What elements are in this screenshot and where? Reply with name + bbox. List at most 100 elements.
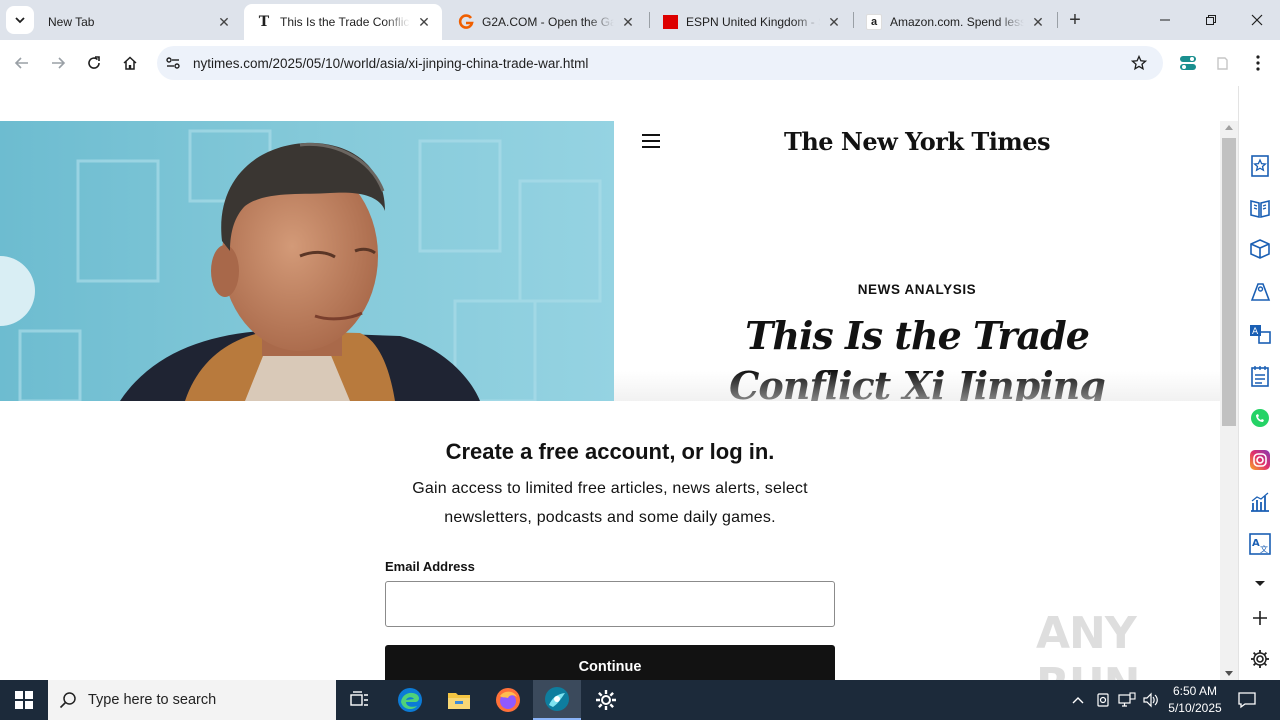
task-view-button[interactable] [336, 680, 384, 720]
close-icon[interactable]: ✕ [1030, 14, 1046, 30]
tab-title: This Is the Trade Conflict Xi Jinping [280, 15, 410, 29]
taskbar-clock[interactable]: 6:50 AM 5/10/2025 [1160, 683, 1230, 717]
arrow-left-icon [14, 57, 28, 69]
address-bar[interactable]: nytimes.com/2025/05/10/world/asia/xi-jin… [157, 46, 1163, 80]
taskbar-edge[interactable] [386, 680, 434, 720]
close-icon[interactable]: ✕ [216, 14, 232, 30]
collapse-down-icon[interactable] [1248, 572, 1272, 596]
settings-gear-icon[interactable] [1248, 647, 1272, 671]
settings-gear-icon [596, 690, 616, 710]
nyt-favicon-icon: T [258, 14, 270, 30]
browser-app-icon [545, 687, 569, 711]
svg-text:A: A [1252, 327, 1259, 337]
tab-new-tab[interactable]: New Tab ✕ [36, 4, 242, 40]
header-fade-overlay [614, 371, 1220, 401]
nyt-logo[interactable]: The New York Times [614, 127, 1220, 156]
reading-list-icon[interactable] [1248, 196, 1272, 220]
tab-strip: New Tab ✕ T This Is the Trade Conflict X… [0, 0, 1280, 40]
instagram-icon[interactable] [1248, 448, 1272, 472]
restore-button[interactable] [1197, 6, 1225, 34]
home-icon [123, 56, 137, 70]
hero-photo [0, 121, 614, 401]
close-icon[interactable]: ✕ [826, 14, 842, 30]
close-icon[interactable]: ✕ [620, 14, 636, 30]
g2a-favicon-icon [458, 14, 474, 30]
bookmark-panel-icon[interactable] [1248, 154, 1272, 178]
menu-kebab-icon[interactable] [1246, 51, 1270, 75]
tab-nytimes[interactable]: T This Is the Trade Conflict Xi Jinping … [244, 4, 442, 40]
close-window-button[interactable] [1243, 6, 1271, 34]
translate-panel-icon[interactable]: A [1248, 322, 1272, 346]
tray-chevron-up-icon[interactable] [1068, 690, 1088, 710]
bookmark-star-icon[interactable] [1127, 51, 1151, 75]
shopping-tag-icon[interactable] [1248, 280, 1272, 304]
translator-icon[interactable]: A文 [1248, 532, 1272, 556]
taskbar-file-explorer[interactable] [435, 680, 483, 720]
extension-toggle-icon[interactable] [1176, 51, 1200, 75]
home-button[interactable] [116, 49, 144, 77]
page-scrollbar[interactable] [1220, 121, 1238, 680]
windows-taskbar: Type here to search 6:50 AM 5/10/2025 [0, 680, 1280, 720]
chevron-down-icon [15, 17, 25, 24]
article-header: The New York Times NEWS ANALYSIS This Is… [614, 121, 1220, 401]
reload-icon [88, 56, 100, 69]
package-box-icon[interactable] [1248, 237, 1272, 261]
forward-button[interactable] [44, 49, 72, 77]
search-placeholder: Type here to search [88, 692, 217, 708]
reload-button[interactable] [80, 49, 108, 77]
network-icon[interactable] [1117, 690, 1137, 710]
modal-subtitle: Gain access to limited free articles, ne… [412, 480, 808, 526]
scroll-up-arrow-icon[interactable] [1225, 125, 1233, 130]
minimize-button[interactable] [1151, 6, 1179, 34]
amazon-favicon-icon: a [866, 14, 882, 30]
espn-favicon-icon [662, 14, 678, 30]
taskbar-firefox[interactable] [484, 680, 532, 720]
email-field[interactable] [385, 581, 835, 627]
arrow-right-icon [52, 57, 66, 69]
svg-text:A: A [1252, 538, 1260, 549]
tab-amazon[interactable]: a Amazon.com. Spend less. ✕ [854, 4, 1056, 40]
task-view-icon [350, 691, 368, 706]
chart-stats-icon[interactable] [1248, 490, 1272, 514]
scrollbar-thumb[interactable] [1222, 138, 1236, 426]
tab-search-button[interactable] [6, 6, 34, 34]
start-button[interactable] [0, 680, 48, 720]
tray-device-icon[interactable] [1093, 690, 1113, 710]
close-icon [1251, 14, 1263, 26]
back-button[interactable] [8, 49, 36, 77]
restore-icon [1206, 15, 1216, 25]
modal-title: Create a free account, or log in. [445, 439, 775, 464]
edge-browser-icon [398, 688, 422, 712]
new-tab-button[interactable]: + [1064, 9, 1086, 31]
page-viewport: The New York Times NEWS ANALYSIS This Is… [0, 86, 1238, 680]
browser-toolbar: nytimes.com/2025/05/10/world/asia/xi-jin… [0, 40, 1280, 86]
taskbar-settings[interactable] [582, 680, 630, 720]
continue-button[interactable]: Continue [385, 645, 835, 680]
notifications-icon[interactable] [1237, 690, 1257, 710]
headline-line-1: This Is the Trade [745, 313, 1090, 358]
scroll-down-arrow-icon[interactable] [1225, 671, 1233, 676]
minimize-icon [1160, 19, 1170, 21]
tab-title: Amazon.com. Spend less. [890, 15, 1024, 29]
site-info-icon[interactable] [163, 53, 183, 73]
whatsapp-icon[interactable] [1248, 406, 1272, 430]
side-panel: A A文 [1238, 86, 1280, 680]
tab-g2a[interactable]: G2A.COM - Open the Gate ✕ [446, 4, 646, 40]
anyrun-watermark: ANY RUN [1036, 608, 1140, 680]
notes-list-icon[interactable] [1248, 364, 1272, 388]
taskbar-chrome-active[interactable] [533, 680, 581, 720]
volume-icon[interactable] [1141, 690, 1161, 710]
windows-logo-icon [15, 691, 33, 709]
tab-title: G2A.COM - Open the Gate [482, 15, 614, 29]
folder-icon [448, 693, 470, 709]
close-icon[interactable]: ✕ [416, 14, 432, 30]
search-icon [48, 680, 88, 720]
url-text[interactable]: nytimes.com/2025/05/10/world/asia/xi-jin… [193, 56, 1127, 71]
taskbar-search-box[interactable]: Type here to search [48, 680, 336, 720]
add-panel-plus-icon[interactable] [1248, 606, 1272, 630]
clock-time: 6:50 AM [1172, 684, 1218, 698]
extension-puzzle-icon[interactable] [1210, 51, 1234, 75]
tab-espn[interactable]: ESPN United Kingdom - Sports ✕ [650, 4, 852, 40]
tab-separator [1057, 12, 1058, 28]
tab-title: ESPN United Kingdom - Sports [686, 15, 820, 29]
